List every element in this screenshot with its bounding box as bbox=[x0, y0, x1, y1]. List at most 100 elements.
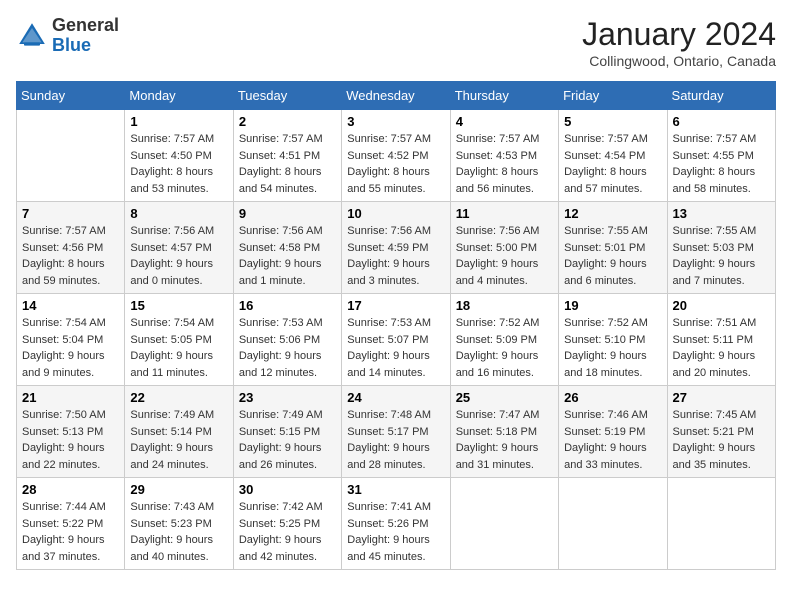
weekday-header-saturday: Saturday bbox=[667, 82, 775, 110]
day-number: 2 bbox=[239, 114, 336, 129]
day-info: Sunrise: 7:56 AM Sunset: 5:00 PM Dayligh… bbox=[456, 223, 553, 289]
calendar-cell: 15Sunrise: 7:54 AM Sunset: 5:05 PM Dayli… bbox=[125, 294, 233, 386]
day-info: Sunrise: 7:55 AM Sunset: 5:03 PM Dayligh… bbox=[673, 223, 770, 289]
logo: General Blue bbox=[16, 16, 119, 56]
calendar-cell: 21 Sunrise: 7:50 AM Sunset: 5:13 PM Dayli… bbox=[17, 386, 125, 478]
day-info: Sunrise: 7:43 AM Sunset: 5:23 PM Dayligh… bbox=[130, 499, 227, 565]
calendar-cell: 9 Sunrise: 7:56 AM Sunset: 4:58 PM Daylig… bbox=[233, 202, 341, 294]
day-number: 19 bbox=[564, 298, 661, 313]
calendar-cell: 25 Sunrise: 7:47 AM Sunset: 5:18 PM Dayli… bbox=[450, 386, 558, 478]
day-number: 9 bbox=[239, 206, 336, 221]
weekday-header-row: SundayMondayTuesdayWednesdayThursdayFrid… bbox=[17, 82, 776, 110]
day-number: 10 bbox=[347, 206, 444, 221]
calendar-cell: 22 Sunrise: 7:49 AM Sunset: 5:14 PM Dayli… bbox=[125, 386, 233, 478]
day-info: Sunrise: 7:50 AM Sunset: 5:13 PM Dayligh… bbox=[22, 407, 119, 473]
calendar-cell: 3 Sunrise: 7:57 AM Sunset: 4:52 PM Daylig… bbox=[342, 110, 450, 202]
weekday-header-tuesday: Tuesday bbox=[233, 82, 341, 110]
day-info: Sunrise: 7:42 AM Sunset: 5:25 PM Dayligh… bbox=[239, 499, 336, 565]
week-row-1: 1 Sunrise: 7:57 AM Sunset: 4:50 PM Daylig… bbox=[17, 110, 776, 202]
day-info: Sunrise: 7:48 AM Sunset: 5:17 PM Dayligh… bbox=[347, 407, 444, 473]
day-info: Sunrise: 7:49 AM Sunset: 5:15 PM Dayligh… bbox=[239, 407, 336, 473]
day-info: Sunrise: 7:46 AM Sunset: 5:19 PM Dayligh… bbox=[564, 407, 661, 473]
calendar-cell: 29 Sunrise: 7:43 AM Sunset: 5:23 PM Dayli… bbox=[125, 478, 233, 570]
calendar-cell: 14 Sunrise: 7:54 AM Sunset: 5:04 PM Dayli… bbox=[17, 294, 125, 386]
calendar-cell: 6Sunrise: 7:57 AM Sunset: 4:55 PM Daylig… bbox=[667, 110, 775, 202]
calendar-cell: 12Sunrise: 7:55 AM Sunset: 5:01 PM Dayli… bbox=[559, 202, 667, 294]
weekday-header-thursday: Thursday bbox=[450, 82, 558, 110]
weekday-header-friday: Friday bbox=[559, 82, 667, 110]
day-number: 5 bbox=[564, 114, 661, 129]
day-number: 16 bbox=[239, 298, 336, 313]
calendar-cell: 1 Sunrise: 7:57 AM Sunset: 4:50 PM Daylig… bbox=[125, 110, 233, 202]
day-number: 31 bbox=[347, 482, 444, 497]
day-number: 26 bbox=[564, 390, 661, 405]
day-number: 25 bbox=[456, 390, 553, 405]
day-number: 14 bbox=[22, 298, 119, 313]
day-info: Sunrise: 7:56 AM Sunset: 4:58 PM Dayligh… bbox=[239, 223, 336, 289]
calendar-cell: 26 Sunrise: 7:46 AM Sunset: 5:19 PM Dayli… bbox=[559, 386, 667, 478]
calendar-cell: 13 Sunrise: 7:55 AM Sunset: 5:03 PM Dayli… bbox=[667, 202, 775, 294]
calendar-cell: 16Sunrise: 7:53 AM Sunset: 5:06 PM Dayli… bbox=[233, 294, 341, 386]
day-number: 12 bbox=[564, 206, 661, 221]
day-info: Sunrise: 7:57 AM Sunset: 4:52 PM Dayligh… bbox=[347, 131, 444, 197]
day-info: Sunrise: 7:41 AM Sunset: 5:26 PM Dayligh… bbox=[347, 499, 444, 565]
calendar-cell: 2 Sunrise: 7:57 AM Sunset: 4:51 PM Daylig… bbox=[233, 110, 341, 202]
day-info: Sunrise: 7:51 AM Sunset: 5:11 PM Dayligh… bbox=[673, 315, 770, 381]
day-number: 21 bbox=[22, 390, 119, 405]
calendar-cell: 4 Sunrise: 7:57 AM Sunset: 4:53 PM Daylig… bbox=[450, 110, 558, 202]
day-number: 3 bbox=[347, 114, 444, 129]
calendar-cell: 27Sunrise: 7:45 AM Sunset: 5:21 PM Dayli… bbox=[667, 386, 775, 478]
day-info: Sunrise: 7:54 AM Sunset: 5:05 PM Dayligh… bbox=[130, 315, 227, 381]
week-row-4: 21 Sunrise: 7:50 AM Sunset: 5:13 PM Dayli… bbox=[17, 386, 776, 478]
title-block: January 2024 Collingwood, Ontario, Canad… bbox=[582, 16, 776, 69]
calendar-cell: 19 Sunrise: 7:52 AM Sunset: 5:10 PM Dayli… bbox=[559, 294, 667, 386]
logo-icon bbox=[16, 20, 48, 52]
day-number: 11 bbox=[456, 206, 553, 221]
day-number: 1 bbox=[130, 114, 227, 129]
calendar-cell: 23 Sunrise: 7:49 AM Sunset: 5:15 PM Dayli… bbox=[233, 386, 341, 478]
calendar-cell: 18 Sunrise: 7:52 AM Sunset: 5:09 PM Dayli… bbox=[450, 294, 558, 386]
location: Collingwood, Ontario, Canada bbox=[582, 53, 776, 69]
calendar-cell: 30 Sunrise: 7:42 AM Sunset: 5:25 PM Dayli… bbox=[233, 478, 341, 570]
day-number: 29 bbox=[130, 482, 227, 497]
day-info: Sunrise: 7:57 AM Sunset: 4:51 PM Dayligh… bbox=[239, 131, 336, 197]
day-info: Sunrise: 7:57 AM Sunset: 4:53 PM Dayligh… bbox=[456, 131, 553, 197]
day-number: 30 bbox=[239, 482, 336, 497]
calendar-cell: 28 Sunrise: 7:44 AM Sunset: 5:22 PM Dayli… bbox=[17, 478, 125, 570]
day-number: 27 bbox=[673, 390, 770, 405]
day-number: 4 bbox=[456, 114, 553, 129]
logo-text: General Blue bbox=[52, 16, 119, 56]
calendar-table: SundayMondayTuesdayWednesdayThursdayFrid… bbox=[16, 81, 776, 570]
calendar-cell: 20 Sunrise: 7:51 AM Sunset: 5:11 PM Dayli… bbox=[667, 294, 775, 386]
calendar-cell bbox=[450, 478, 558, 570]
day-number: 13 bbox=[673, 206, 770, 221]
day-info: Sunrise: 7:44 AM Sunset: 5:22 PM Dayligh… bbox=[22, 499, 119, 565]
day-number: 6 bbox=[673, 114, 770, 129]
calendar-cell: 7Sunrise: 7:57 AM Sunset: 4:56 PM Daylig… bbox=[17, 202, 125, 294]
day-info: Sunrise: 7:52 AM Sunset: 5:09 PM Dayligh… bbox=[456, 315, 553, 381]
day-number: 18 bbox=[456, 298, 553, 313]
calendar-cell: 10 Sunrise: 7:56 AM Sunset: 4:59 PM Dayli… bbox=[342, 202, 450, 294]
day-info: Sunrise: 7:49 AM Sunset: 5:14 PM Dayligh… bbox=[130, 407, 227, 473]
day-number: 28 bbox=[22, 482, 119, 497]
calendar-cell: 5Sunrise: 7:57 AM Sunset: 4:54 PM Daylig… bbox=[559, 110, 667, 202]
weekday-header-monday: Monday bbox=[125, 82, 233, 110]
week-row-5: 28 Sunrise: 7:44 AM Sunset: 5:22 PM Dayli… bbox=[17, 478, 776, 570]
day-number: 23 bbox=[239, 390, 336, 405]
calendar-cell: 31 Sunrise: 7:41 AM Sunset: 5:26 PM Dayli… bbox=[342, 478, 450, 570]
day-number: 24 bbox=[347, 390, 444, 405]
day-number: 22 bbox=[130, 390, 227, 405]
calendar-cell: 24 Sunrise: 7:48 AM Sunset: 5:17 PM Dayli… bbox=[342, 386, 450, 478]
day-number: 8 bbox=[130, 206, 227, 221]
day-info: Sunrise: 7:54 AM Sunset: 5:04 PM Dayligh… bbox=[22, 315, 119, 381]
day-info: Sunrise: 7:47 AM Sunset: 5:18 PM Dayligh… bbox=[456, 407, 553, 473]
day-info: Sunrise: 7:56 AM Sunset: 4:59 PM Dayligh… bbox=[347, 223, 444, 289]
day-info: Sunrise: 7:53 AM Sunset: 5:07 PM Dayligh… bbox=[347, 315, 444, 381]
day-info: Sunrise: 7:57 AM Sunset: 4:50 PM Dayligh… bbox=[130, 131, 227, 197]
day-info: Sunrise: 7:57 AM Sunset: 4:56 PM Dayligh… bbox=[22, 223, 119, 289]
day-info: Sunrise: 7:52 AM Sunset: 5:10 PM Dayligh… bbox=[564, 315, 661, 381]
day-number: 20 bbox=[673, 298, 770, 313]
weekday-header-sunday: Sunday bbox=[17, 82, 125, 110]
week-row-2: 7Sunrise: 7:57 AM Sunset: 4:56 PM Daylig… bbox=[17, 202, 776, 294]
calendar-cell bbox=[17, 110, 125, 202]
